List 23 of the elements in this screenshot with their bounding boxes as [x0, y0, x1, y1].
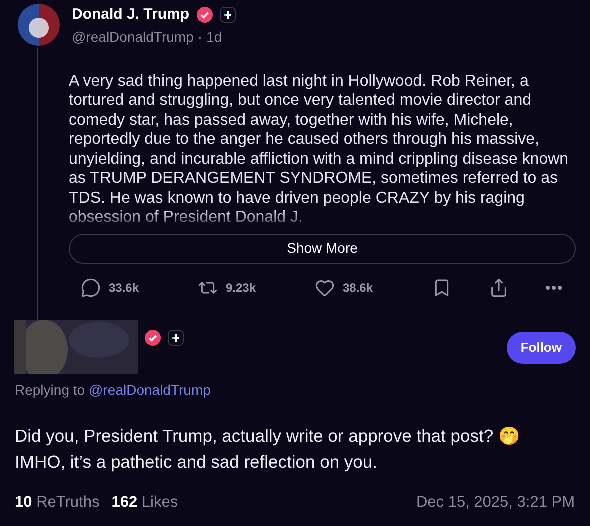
reply-text: Did you, President Trump, actually write or approve that post? 🤭 IMHO, it’s a pathetic and sad reflection on you.	[14, 424, 522, 474]
retruth-action[interactable]: 9.23k	[198, 278, 278, 298]
separator-dot: ·	[198, 28, 203, 46]
replying-handle-link[interactable]: @realDonaldTrump	[89, 380, 211, 400]
share-icon	[489, 278, 509, 298]
follow-button[interactable]: Follow	[506, 332, 576, 364]
post-time: 1d	[206, 28, 222, 46]
author-handle[interactable]: @realDonaldTrump	[72, 26, 194, 48]
reply-stat[interactable]: 162 Likes	[112, 490, 178, 514]
like-action[interactable]: 38.6k	[315, 278, 395, 298]
show-more-button[interactable]: Show More	[69, 234, 576, 264]
post-text: A very sad thing happened last night in Hollywood. Rob Reiner, a tortured and struggling, but once very talented movie director and comedy star, has passed away, together with his wife, Michele, reportedly due to the anger he caused others through his massive, unyielding, and incurable affliction with a mind crippling disease known as TRUMP DERANGEMENT SYNDROME, sometimes referred to as TDS. He was known to have driven people CRAZY by his raging obsession of President Donald J.	[69, 72, 570, 228]
more-icon	[546, 286, 562, 290]
reply-action[interactable]: 33.6k	[81, 278, 161, 298]
heart-icon	[315, 278, 335, 298]
reply-icon	[81, 278, 101, 298]
reply-stat[interactable]: 10 ReTruths	[15, 490, 100, 514]
more-action[interactable]	[546, 286, 562, 290]
avatar[interactable]	[18, 4, 60, 46]
replying-label: Replying to	[15, 380, 86, 400]
reply-date: Dec 15, 2025, 3:21 PM	[416, 492, 575, 512]
author-name[interactable]: Donald J. Trump	[72, 4, 190, 26]
share-action[interactable]	[489, 278, 509, 298]
